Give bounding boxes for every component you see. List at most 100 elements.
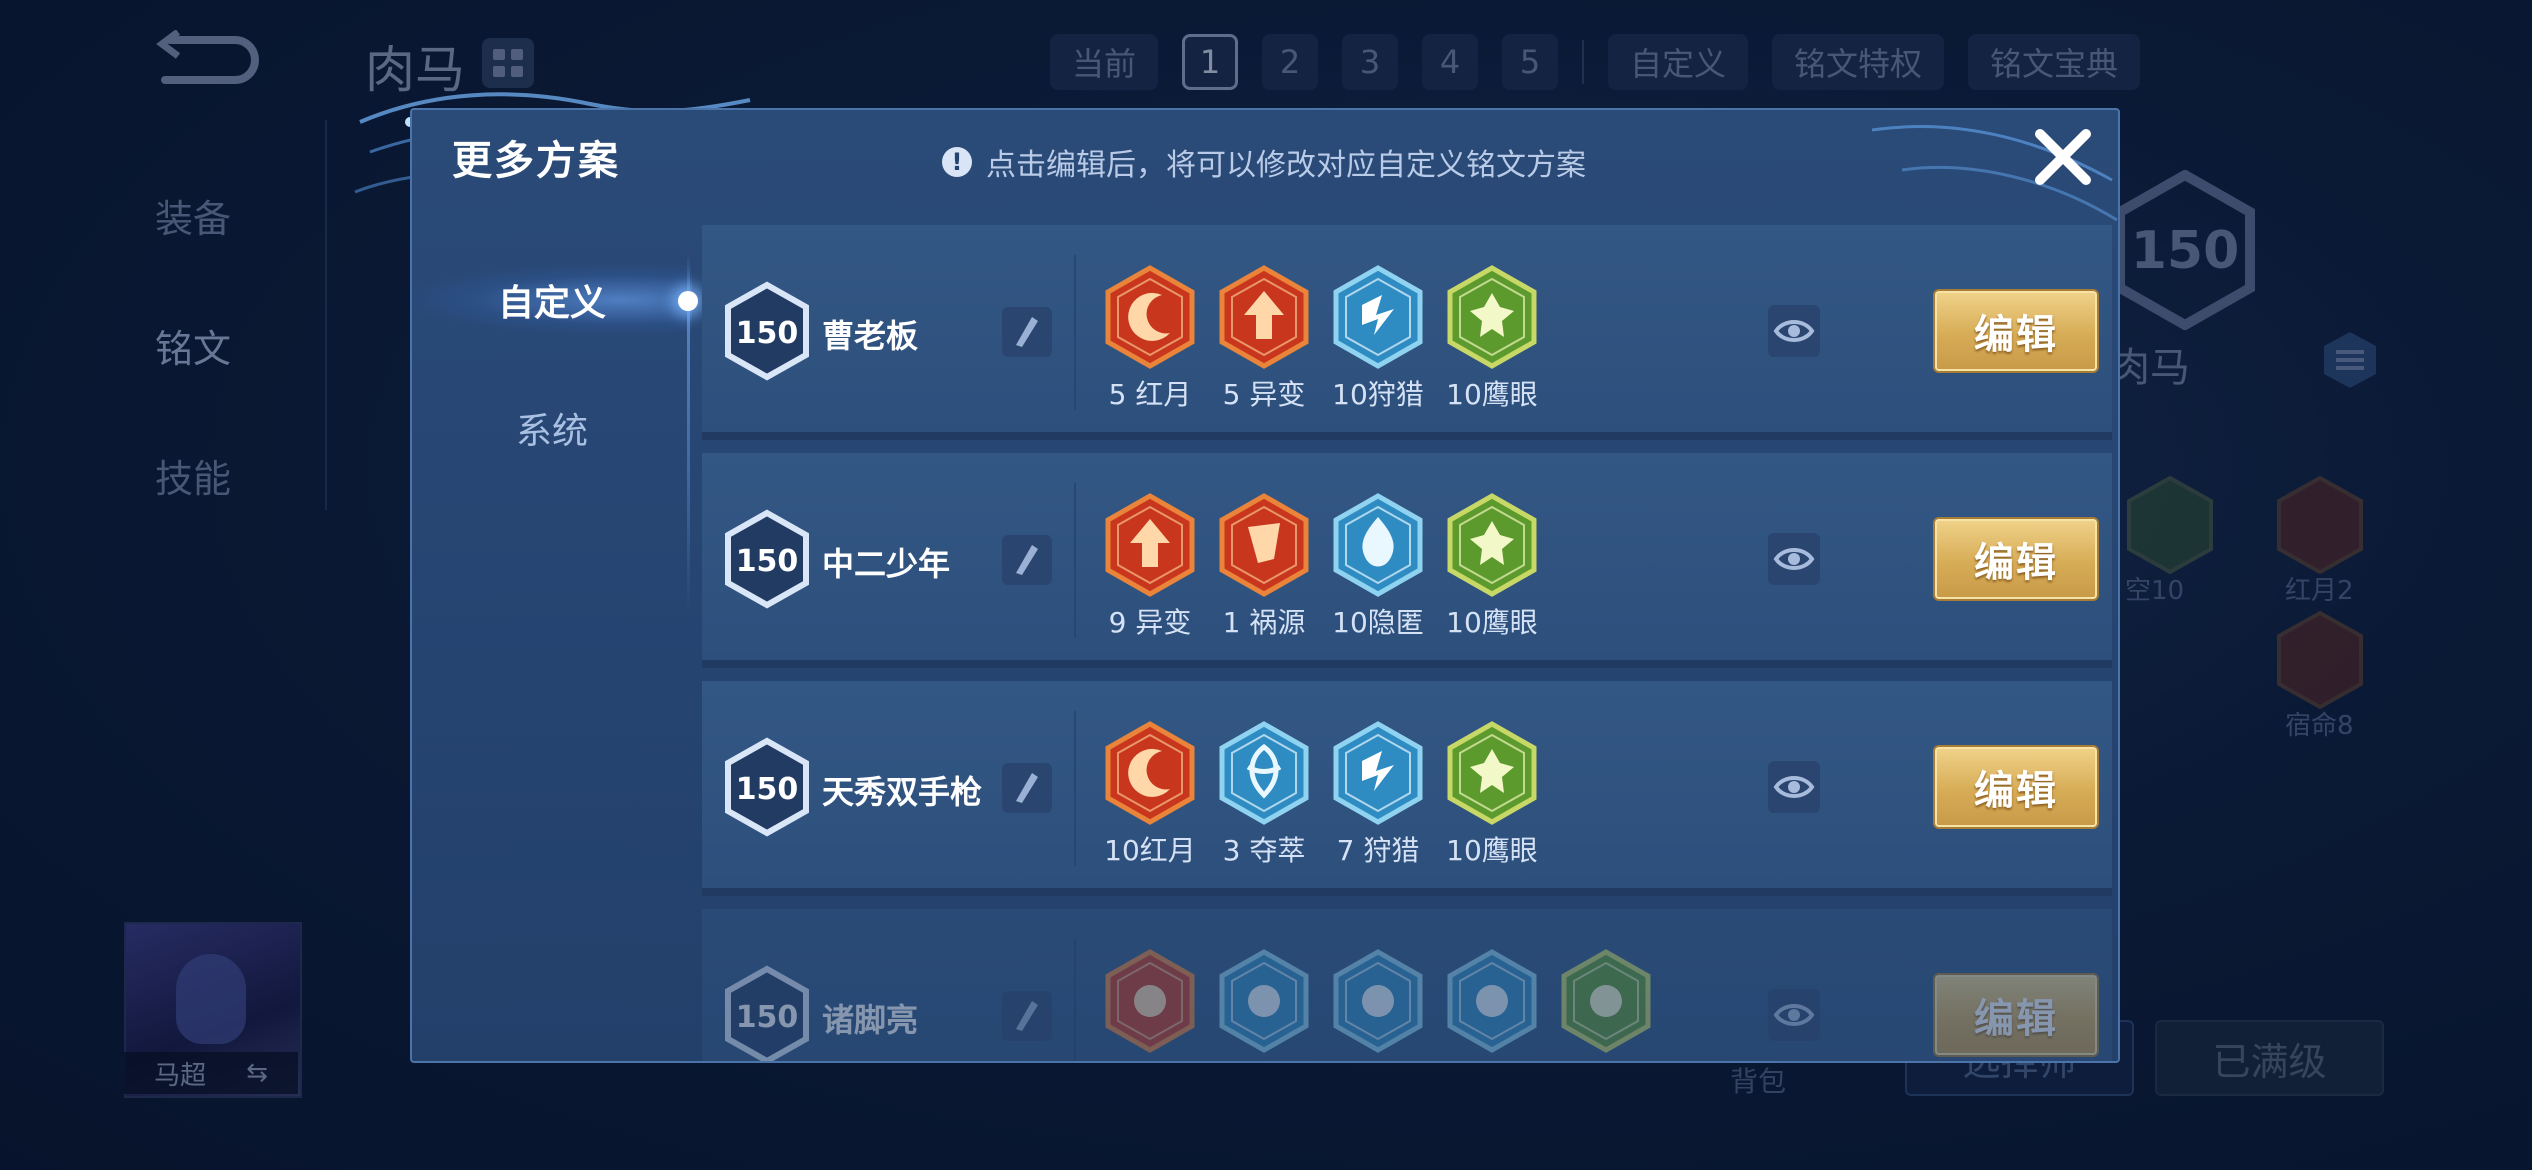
rune-label: 9 异变 — [1108, 606, 1192, 639]
hunt-rune-icon — [1333, 265, 1423, 369]
blue-rune-icon — [1447, 949, 1537, 1053]
pen-icon — [1016, 773, 1038, 803]
rune-label: 10鹰眼 — [1446, 606, 1538, 639]
rename-button[interactable] — [1002, 307, 1052, 357]
plunder-rune-icon — [1219, 721, 1309, 825]
preview-button[interactable] — [1768, 533, 1820, 585]
level-hexagon-icon: 150 — [725, 965, 809, 1061]
rune-label: 1 祸源 — [1222, 606, 1306, 639]
rune-set — [1097, 949, 1659, 1057]
hint-text: 点击编辑后，将可以修改对应自定义铭文方案 — [986, 148, 1586, 183]
calamity-rune-icon — [1219, 493, 1309, 597]
rename-button[interactable] — [1002, 763, 1052, 813]
scheme-level: 150 — [736, 544, 799, 579]
rune-set: 9 异变 1 祸源 10隐匿 10鹰眼 — [1097, 493, 1545, 641]
red-moon-rune-icon — [1105, 265, 1195, 369]
rune-slot: 10狩猎 — [1325, 265, 1431, 413]
scheme-list[interactable]: 150 曹老板 5 红月 5 异变 10狩猎 10鹰眼 编辑 150 中二少年 … — [702, 225, 2112, 1061]
stealth-rune-icon — [1333, 493, 1423, 597]
rename-button[interactable] — [1002, 991, 1052, 1041]
rune-label: 10狩猎 — [1332, 378, 1424, 411]
divider — [1074, 939, 1076, 1061]
rune-slot: 7 狩猎 — [1325, 721, 1431, 869]
rune-slot — [1097, 949, 1203, 1057]
divider — [1074, 711, 1076, 866]
edit-button[interactable]: 编辑 — [1935, 975, 2097, 1055]
level-hexagon-icon: 150 — [725, 281, 809, 381]
eye-icon — [1773, 548, 1815, 570]
mutation-rune-icon — [1105, 493, 1195, 597]
scheme-level: 150 — [736, 1000, 799, 1035]
scheme-name: 天秀双手枪 — [822, 773, 983, 811]
edit-button[interactable]: 编辑 — [1935, 747, 2097, 827]
rune-slot — [1211, 949, 1317, 1057]
preview-button[interactable] — [1768, 989, 1820, 1041]
divider — [1074, 255, 1076, 410]
tab-system-schemes[interactable]: 系统 — [412, 393, 692, 463]
edit-button[interactable]: 编辑 — [1935, 519, 2097, 599]
scheme-name: 中二少年 — [822, 545, 951, 583]
pen-icon — [1016, 1001, 1038, 1031]
rune-slot: 10隐匿 — [1325, 493, 1431, 641]
hunt-rune-icon — [1333, 721, 1423, 825]
rename-button[interactable] — [1002, 535, 1052, 585]
tab-custom-schemes[interactable]: 自定义 — [412, 265, 692, 335]
rune-label: 5 红月 — [1108, 378, 1192, 411]
scheme-level: 150 — [736, 316, 799, 351]
tab-label: 系统 — [515, 411, 588, 452]
scheme-row: 150 中二少年 9 异变 1 祸源 10隐匿 10鹰眼 编辑 — [702, 453, 2112, 668]
scheme-name: 诸脚亮 — [822, 1001, 919, 1039]
rune-slot: 9 异变 — [1097, 493, 1203, 641]
close-icon[interactable] — [2028, 122, 2098, 192]
hawk-eye-rune-icon — [1447, 721, 1537, 825]
eye-icon — [1773, 1004, 1815, 1026]
level-hexagon-icon: 150 — [725, 737, 809, 837]
pen-icon — [1016, 545, 1038, 575]
rune-set: 10红月 3 夺萃 7 狩猎 10鹰眼 — [1097, 721, 1545, 869]
blue-rune-icon — [1333, 949, 1423, 1053]
more-schemes-modal: 更多方案 ! 点击编辑后，将可以修改对应自定义铭文方案 自定义 系统 150 曹… — [410, 108, 2120, 1063]
rune-slot: 10鹰眼 — [1439, 721, 1545, 869]
red-moon-rune-icon — [1105, 721, 1195, 825]
rune-slot: 10鹰眼 — [1439, 265, 1545, 413]
modal-title: 更多方案 — [452, 138, 620, 184]
blue-rune-icon — [1219, 949, 1309, 1053]
level-hexagon-icon: 150 — [725, 509, 809, 609]
pen-icon — [1016, 317, 1038, 347]
rune-label: 10鹰眼 — [1446, 378, 1538, 411]
edit-button[interactable]: 编辑 — [1935, 291, 2097, 371]
rune-slot — [1325, 949, 1431, 1057]
rune-slot: 10红月 — [1097, 721, 1203, 869]
hawk-eye-rune-icon — [1447, 265, 1537, 369]
preview-button[interactable] — [1768, 305, 1820, 357]
rune-label: 5 异变 — [1222, 378, 1306, 411]
scheme-name: 曹老板 — [822, 317, 919, 355]
rune-slot: 5 红月 — [1097, 265, 1203, 413]
eye-icon — [1773, 320, 1815, 342]
rune-set: 5 红月 5 异变 10狩猎 10鹰眼 — [1097, 265, 1545, 413]
scheme-level: 150 — [736, 772, 799, 807]
scheme-row: 150 曹老板 5 红月 5 异变 10狩猎 10鹰眼 编辑 — [702, 225, 2112, 440]
rune-slot: 10鹰眼 — [1439, 493, 1545, 641]
preview-button[interactable] — [1768, 761, 1820, 813]
edit-hint: ! 点击编辑后，将可以修改对应自定义铭文方案 — [942, 140, 1586, 184]
rune-label: 10红月 — [1104, 834, 1196, 867]
info-icon: ! — [942, 147, 972, 177]
scheme-row: 150 诸脚亮 编辑 — [702, 909, 2112, 1061]
rune-slot: 5 异变 — [1211, 265, 1317, 413]
rune-label: 10鹰眼 — [1446, 834, 1538, 867]
rune-label: 7 狩猎 — [1336, 834, 1420, 867]
rune-label: 10隐匿 — [1332, 606, 1424, 639]
rune-slot: 1 祸源 — [1211, 493, 1317, 641]
eye-icon — [1773, 776, 1815, 798]
red-rune-icon — [1105, 949, 1195, 1053]
scheme-row: 150 天秀双手枪 10红月 3 夺萃 7 狩猎 10鹰眼 编辑 — [702, 681, 2112, 896]
divider — [1074, 483, 1076, 638]
rune-slot — [1439, 949, 1545, 1057]
green-rune-icon — [1561, 949, 1651, 1053]
tab-label: 自定义 — [497, 283, 606, 324]
hawk-eye-rune-icon — [1447, 493, 1537, 597]
rune-label: 3 夺萃 — [1222, 834, 1306, 867]
mutation-rune-icon — [1219, 265, 1309, 369]
rune-slot — [1553, 949, 1659, 1057]
